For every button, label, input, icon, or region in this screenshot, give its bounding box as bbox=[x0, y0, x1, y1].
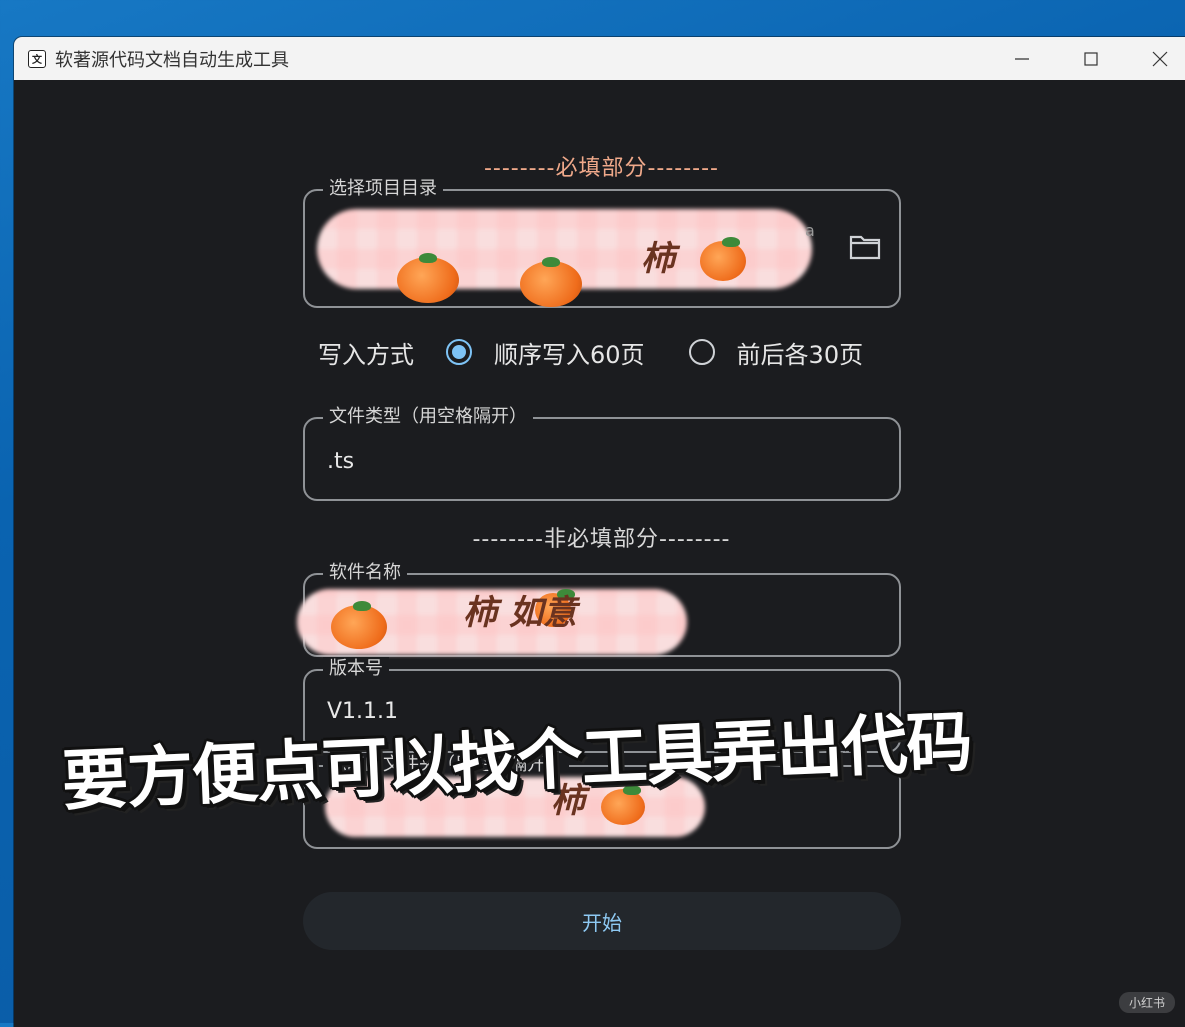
file-types-label: 文件类型（用空格隔开） bbox=[323, 405, 533, 429]
write-mode-group: 写入方式 顺序写入60页 前后各30页 bbox=[318, 330, 907, 374]
maximize-icon[interactable] bbox=[1056, 37, 1125, 80]
file-types-field[interactable]: 文件类型（用空格隔开） .ts bbox=[303, 405, 901, 501]
persimmon-sticker bbox=[520, 257, 582, 307]
optional-section-title: --------非必填部分-------- bbox=[472, 527, 731, 552]
app-window: 文 软著源代码文档自动生成工具 --------必填部分-------- 选择项… bbox=[14, 37, 1185, 1027]
file-types-value[interactable]: .ts bbox=[327, 449, 354, 474]
version-label: 版本号 bbox=[323, 657, 389, 681]
project-dir-label: 选择项目目录 bbox=[323, 177, 443, 201]
radio-front-back[interactable] bbox=[688, 339, 715, 365]
write-mode-label: 写入方式 bbox=[318, 340, 414, 369]
radio-front-back-label[interactable]: 前后各30页 bbox=[737, 335, 864, 370]
required-section-title: --------必填部分-------- bbox=[483, 156, 720, 181]
window-controls bbox=[987, 37, 1185, 80]
app-icon: 文 bbox=[28, 49, 46, 68]
radio-sequential[interactable] bbox=[446, 339, 472, 365]
watermark: 小红书 bbox=[1118, 992, 1175, 1013]
sticker-scribble: 柿 如意 bbox=[463, 593, 577, 633]
radio-sequential-label[interactable]: 顺序写入60页 bbox=[494, 335, 645, 370]
project-dir-field[interactable]: 选择项目目录 C 柿 a bbox=[303, 177, 901, 308]
software-name-label: 软件名称 bbox=[323, 561, 407, 585]
close-icon[interactable] bbox=[1125, 37, 1185, 80]
software-name-field[interactable]: 软件名称 柿 如意 bbox=[297, 561, 901, 657]
persimmon-sticker bbox=[700, 237, 746, 281]
persimmon-sticker bbox=[331, 601, 387, 649]
minimize-icon[interactable] bbox=[987, 37, 1056, 80]
title-bar: 文 软著源代码文档自动生成工具 bbox=[14, 37, 1185, 80]
window-title: 软著源代码文档自动生成工具 bbox=[55, 49, 289, 71]
project-dir-value-suffix: a bbox=[805, 221, 815, 240]
persimmon-sticker bbox=[397, 253, 459, 303]
sticker-scribble: 柿 bbox=[641, 239, 675, 279]
form-area: --------必填部分-------- 选择项目目录 C 柿 a 写入方式 顺… bbox=[14, 80, 1185, 1027]
start-button[interactable]: 开始 bbox=[303, 892, 901, 950]
folder-icon[interactable] bbox=[849, 233, 881, 261]
